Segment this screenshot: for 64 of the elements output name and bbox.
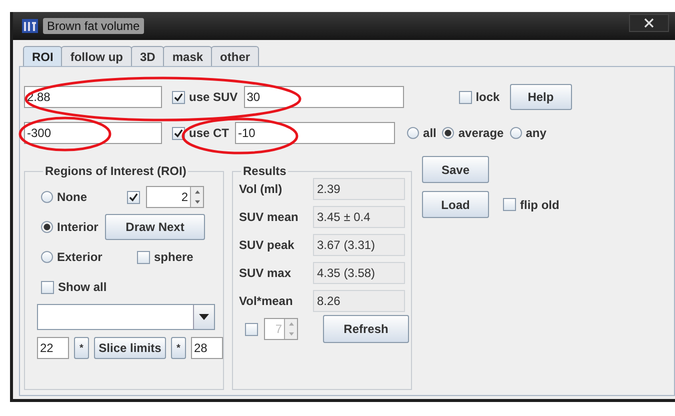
- help-button[interactable]: Help: [510, 84, 572, 110]
- load-button[interactable]: Load: [422, 191, 489, 218]
- result-value: 3.45 ± 0.4: [313, 206, 405, 228]
- limit-field[interactable]: 30: [244, 86, 404, 108]
- tab[interactable]: ROI: [23, 46, 62, 66]
- slice-field[interactable]: 22: [37, 337, 69, 359]
- group-title: Regions of Interest (ROI): [44, 164, 188, 178]
- slice-limits-button[interactable]: Slice limits: [94, 337, 166, 359]
- dropdown[interactable]: [37, 304, 215, 330]
- result-label: SUV max: [239, 266, 292, 280]
- checkbox[interactable]: [245, 322, 258, 336]
- down-arrow-icon[interactable]: [194, 200, 200, 204]
- result-value: 8.26: [313, 290, 405, 312]
- checkbox-label: lock: [476, 90, 500, 104]
- star-button[interactable]: *: [171, 337, 186, 359]
- checkbox[interactable]: [458, 90, 472, 104]
- radio-button[interactable]: [41, 251, 53, 263]
- group-title: Results: [242, 164, 288, 178]
- tab[interactable]: 3D: [131, 46, 164, 66]
- radio-button[interactable]: [442, 127, 454, 139]
- radio-label: average: [458, 126, 504, 140]
- result-value: 2.39: [313, 178, 405, 200]
- checkbox-label: Show all: [58, 280, 107, 294]
- slice-field[interactable]: 28: [191, 337, 223, 359]
- radio-button[interactable]: [510, 127, 522, 139]
- tab[interactable]: other: [211, 46, 260, 66]
- result-label: SUV mean: [239, 210, 300, 224]
- window-title: Brown fat volume: [43, 18, 144, 34]
- close-icon: [644, 18, 654, 28]
- radio-button[interactable]: [41, 221, 53, 233]
- radio-label: None: [57, 190, 88, 204]
- up-arrow-icon[interactable]: [194, 190, 200, 194]
- refresh-button[interactable]: Refresh: [323, 315, 409, 343]
- result-label: Vol (ml): [239, 182, 284, 196]
- tab[interactable]: follow up: [61, 46, 132, 66]
- caret-icon: [199, 314, 209, 320]
- result-value: 4.35 (3.58): [313, 262, 405, 284]
- radio-label: all: [423, 126, 436, 140]
- checkbox-label: sphere: [154, 250, 194, 264]
- radio-button[interactable]: [41, 191, 53, 203]
- limit-field[interactable]: -10: [235, 122, 396, 144]
- checkbox[interactable]: [127, 190, 140, 204]
- radio-label: any: [526, 126, 546, 140]
- close-button[interactable]: [629, 14, 669, 32]
- result-value: 3.67 (3.31): [313, 234, 405, 256]
- threshold-field[interactable]: -300: [24, 122, 162, 144]
- checkbox-label: use SUV: [189, 90, 238, 104]
- checkbox-label: flip old: [520, 198, 560, 212]
- checkbox-label: use CT: [189, 126, 230, 140]
- tab[interactable]: mask: [163, 46, 212, 66]
- app-icon: [22, 19, 38, 33]
- result-label: SUV peak: [239, 238, 296, 252]
- radio-label: Exterior: [57, 250, 104, 264]
- star-button[interactable]: *: [74, 337, 89, 359]
- checkbox[interactable]: [172, 90, 185, 104]
- draw-next-button[interactable]: Draw Next: [105, 214, 205, 240]
- checkbox[interactable]: [137, 250, 150, 264]
- result-label: Vol*mean: [239, 294, 294, 308]
- spinner-field[interactable]: 2: [146, 186, 204, 208]
- radio-label: Interior: [57, 220, 100, 234]
- checkbox[interactable]: [503, 198, 516, 211]
- checkbox[interactable]: [41, 280, 54, 294]
- radio-button[interactable]: [407, 127, 420, 139]
- save-button[interactable]: Save: [422, 156, 489, 183]
